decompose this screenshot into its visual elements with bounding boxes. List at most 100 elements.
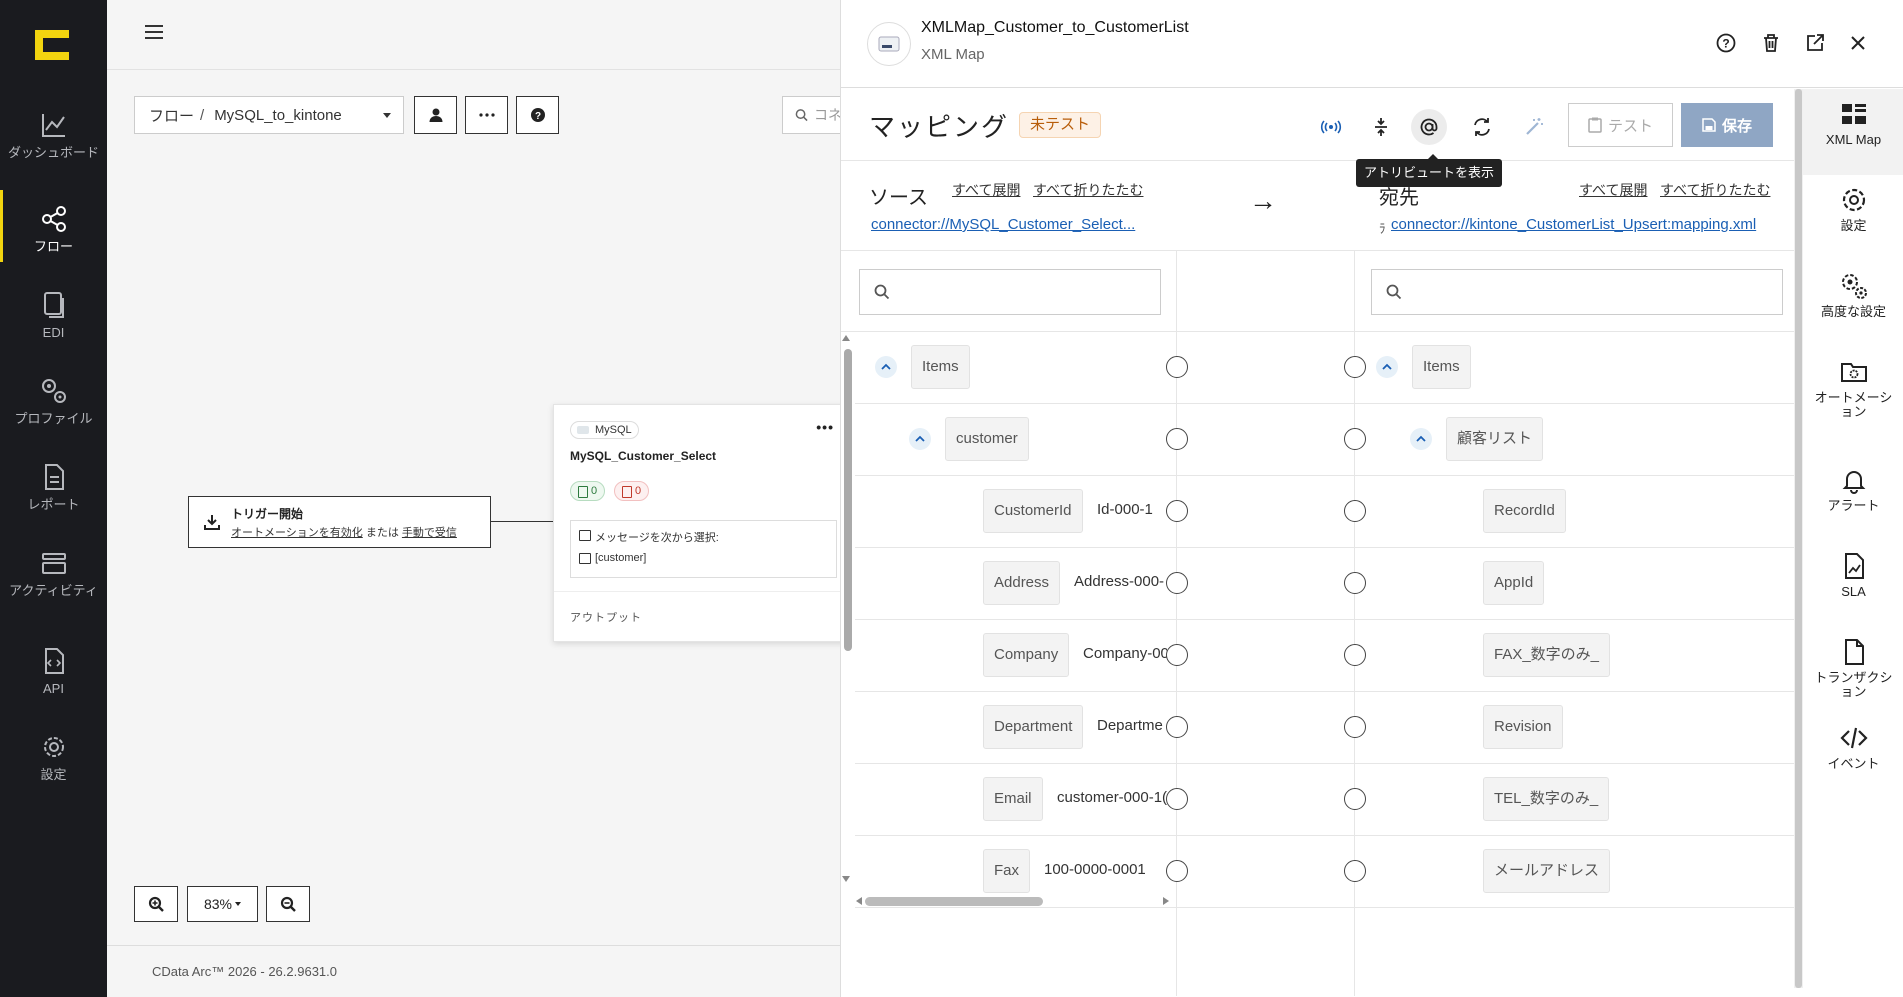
rbar-item-automation[interactable]: オートメーション	[1803, 347, 1903, 433]
dest-map-handle[interactable]	[1344, 500, 1366, 522]
source-map-handle[interactable]	[1166, 572, 1188, 594]
question-circle-icon: ?	[1716, 33, 1736, 53]
collapse-node-button[interactable]	[875, 356, 897, 378]
save-button[interactable]: 保存	[1681, 103, 1773, 147]
rbar-item-alert[interactable]: アラート	[1803, 455, 1903, 541]
dest-node-name[interactable]: Revision	[1483, 705, 1563, 749]
rbar-item-advanced-settings[interactable]: 高度な設定	[1803, 261, 1903, 347]
dest-map-handle[interactable]	[1344, 860, 1366, 882]
source-node-name[interactable]: Department	[983, 705, 1084, 749]
rbar-item-settings[interactable]: 設定	[1803, 175, 1903, 261]
rbar-item-transaction[interactable]: トランザクション	[1803, 627, 1903, 713]
connector-search-input[interactable]: コネ	[782, 96, 842, 134]
dest-collapse-all-link[interactable]: すべて折りたたむ	[1660, 180, 1770, 200]
dest-map-handle[interactable]	[1344, 644, 1366, 666]
source-node-name[interactable]: Address	[983, 561, 1061, 605]
dest-expand-all-link[interactable]: すべて展開	[1579, 180, 1647, 200]
source-horizontal-scrollbar[interactable]	[865, 897, 1043, 906]
sidebar-item-profile[interactable]: プロファイル	[0, 362, 107, 448]
source-map-handle[interactable]	[1166, 644, 1188, 666]
dest-map-handle[interactable]	[1344, 356, 1366, 378]
scroll-right-icon[interactable]	[1163, 897, 1169, 905]
scroll-up-icon[interactable]	[842, 335, 850, 341]
dest-node-name[interactable]: FAX_数字のみ_	[1483, 633, 1611, 677]
source-uri-link[interactable]: connector://MySQL_Customer_Select...	[871, 216, 1161, 233]
sidebar-item-dashboard[interactable]: ダッシュボード	[0, 96, 107, 182]
source-node-name[interactable]: customer	[945, 417, 1029, 461]
source-node-name[interactable]: CustomerId	[983, 489, 1083, 533]
rbar-item-sla[interactable]: SLA	[1803, 541, 1903, 627]
flow-canvas[interactable]: フロー / MySQL_to_kintone ? コネ トリガー開始 オートメー…	[107, 0, 847, 997]
source-node-name[interactable]: Email	[983, 777, 1043, 821]
auto-map-button[interactable]	[1516, 109, 1552, 145]
dest-node-name[interactable]: RecordId	[1483, 489, 1566, 533]
scroll-down-icon[interactable]	[842, 876, 850, 882]
broadcast-button[interactable]	[1313, 109, 1349, 145]
zoom-in-button[interactable]	[134, 886, 178, 922]
source-expand-all-link[interactable]: すべて展開	[952, 180, 1020, 200]
delete-button[interactable]	[1758, 30, 1784, 56]
collapse-node-button[interactable]	[1410, 428, 1432, 450]
source-map-handle[interactable]	[1166, 860, 1188, 882]
dest-node-name[interactable]: メールアドレス	[1483, 849, 1611, 893]
panel-vertical-scrollbar[interactable]	[1794, 89, 1803, 988]
source-node-name[interactable]: Company	[983, 633, 1070, 677]
source-node-value: customer-000-1(	[1057, 789, 1167, 806]
collapse-tree-button[interactable]	[1363, 109, 1399, 145]
sidebar-item-edi[interactable]: EDI	[0, 276, 107, 362]
source-collapse-all-link[interactable]: すべて折りたたむ	[1033, 180, 1143, 200]
zoom-level-dropdown[interactable]: 83%	[187, 886, 258, 922]
test-button[interactable]: テスト	[1568, 103, 1673, 147]
row-divider	[841, 331, 1794, 332]
zoom-out-button[interactable]	[266, 886, 310, 922]
refresh-button[interactable]	[1464, 109, 1500, 145]
source-node-name[interactable]: Fax	[983, 849, 1031, 893]
success-count-badge[interactable]: 0	[570, 481, 606, 501]
dest-node-name[interactable]: Items	[1412, 345, 1471, 389]
source-map-handle[interactable]	[1166, 500, 1188, 522]
source-vertical-scrollbar[interactable]	[844, 349, 852, 651]
dest-map-handle[interactable]	[1344, 716, 1366, 738]
dest-node-name[interactable]: 顧客リスト	[1446, 417, 1544, 461]
trigger-start-node[interactable]: トリガー開始 オートメーションを有効化 または 手動で受信	[188, 496, 491, 548]
source-map-handle[interactable]	[1166, 356, 1188, 378]
node-menu-icon[interactable]: •••	[816, 419, 834, 435]
open-external-button[interactable]	[1802, 30, 1828, 56]
rbar-item-xml-map[interactable]: XML Map	[1803, 89, 1903, 175]
sidebar-item-activity[interactable]: アクティビティ	[0, 534, 107, 620]
source-search-input[interactable]	[859, 269, 1161, 315]
sidebar-item-settings[interactable]: 設定	[0, 718, 107, 804]
help-button[interactable]: ?	[1713, 30, 1739, 56]
error-count-badge[interactable]: 0	[614, 481, 650, 501]
show-attributes-button[interactable]	[1411, 109, 1447, 145]
collapse-node-button[interactable]	[909, 428, 931, 450]
dest-search-input[interactable]	[1371, 269, 1783, 315]
source-node-name[interactable]: Items	[911, 345, 970, 389]
mysql-connector-node[interactable]: MySQL ••• MySQL_Customer_Select 0 0 メッセー…	[553, 404, 847, 642]
dest-node-name[interactable]: AppId	[1483, 561, 1545, 605]
close-button[interactable]	[1845, 30, 1871, 56]
rbar-item-events[interactable]: イベント	[1803, 713, 1903, 799]
dest-map-handle[interactable]	[1344, 788, 1366, 810]
scroll-left-icon[interactable]	[856, 897, 862, 905]
help-button[interactable]: ?	[516, 96, 559, 134]
source-map-handle[interactable]	[1166, 716, 1188, 738]
dest-uri-link[interactable]: connector://kintone_CustomerList_Upsert:…	[1391, 216, 1791, 233]
sidebar-item-flow[interactable]: フロー	[0, 190, 107, 276]
dest-map-handle[interactable]	[1344, 428, 1366, 450]
dest-map-handle[interactable]	[1344, 572, 1366, 594]
collapse-node-button[interactable]	[1376, 356, 1398, 378]
source-map-handle[interactable]	[1166, 428, 1188, 450]
enable-automation-link[interactable]: オートメーションを有効化	[231, 527, 363, 539]
sidebar-item-api[interactable]: API	[0, 632, 107, 718]
more-options-button[interactable]	[465, 96, 508, 134]
flow-breadcrumb-select[interactable]: フロー / MySQL_to_kintone	[134, 96, 404, 134]
dest-node-name[interactable]: TEL_数字のみ_	[1483, 777, 1610, 821]
cdata-logo[interactable]	[35, 30, 71, 62]
source-map-handle[interactable]	[1166, 788, 1188, 810]
hamburger-menu-icon[interactable]	[145, 25, 163, 43]
manual-receive-link[interactable]: 手動で受信	[402, 527, 457, 539]
sidebar-item-report[interactable]: レポート	[0, 448, 107, 534]
message-select-box[interactable]: メッセージを次から選択: [customer]	[570, 520, 837, 578]
user-button[interactable]	[414, 96, 457, 134]
